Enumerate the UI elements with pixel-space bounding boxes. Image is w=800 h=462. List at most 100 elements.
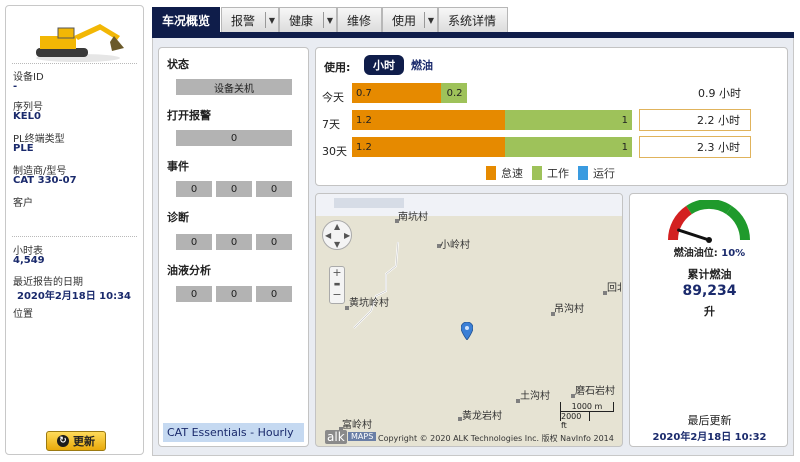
chevron-down-icon[interactable]: ▼ — [323, 12, 336, 28]
tab-overview[interactable]: 车况概览 — [152, 7, 220, 32]
map-pan-control[interactable]: ▲ ▼ ◀ ▶ — [322, 220, 352, 250]
subscription-plan: CAT Essentials - Hourly — [163, 423, 304, 442]
cumulative-fuel-label: 累计燃油 — [687, 268, 732, 281]
last-update-label: 最后更新 — [687, 414, 732, 427]
device-id-label: 设备ID — [13, 72, 44, 83]
usage-panel: 使用: 小时 燃油 今天 0.7 0.2 0.9 小时 7天 1.2 1 2.2… — [315, 47, 788, 186]
usage-bar: 0.7 0.2 — [352, 83, 632, 103]
map-header-strip — [316, 194, 622, 216]
fuel-gauge-needle — [677, 228, 711, 242]
map-copyright: Copyright © 2020 ALK Technologies Inc. 版… — [378, 434, 614, 443]
village-label: 黄坑岭村 — [349, 298, 389, 309]
last-report-value: 2020年2月18日 10:34 — [17, 291, 132, 302]
village-label: 黄龙岩村 — [462, 411, 502, 422]
machine-sidebar: 设备ID - 序列号 KEL0 PL终端类型 PLE 制造商/型号 CAT 33… — [5, 5, 144, 455]
fuel-gauge-icon — [667, 200, 751, 243]
events-count[interactable]: 0 — [176, 181, 212, 197]
last-report-label: 最近报告的日期 — [13, 277, 83, 288]
village-label: 吊沟村 — [554, 304, 584, 315]
oil-analysis-count[interactable]: 0 — [216, 286, 252, 302]
maps-tag: MAPS — [348, 432, 377, 441]
village-label: 南坑村 — [398, 212, 428, 223]
zoom-out-icon[interactable]: − — [330, 289, 344, 301]
divider — [12, 63, 137, 64]
map-scale: 1000 m 2000 ft — [560, 402, 614, 430]
chevron-down-icon[interactable]: ▼ — [265, 12, 278, 28]
tab-alarms[interactable]: 报警 ▼ — [221, 7, 279, 32]
usage-row-label: 7天 — [322, 118, 340, 131]
fuel-panel: 燃油油位: 10% 累计燃油 89,234 升 最后更新 2020年2月18日 … — [629, 193, 788, 447]
redacted-address — [334, 198, 404, 208]
refresh-label: 更新 — [73, 435, 95, 448]
refresh-button[interactable]: ↻ 更新 — [46, 431, 106, 451]
village-label: 土沟村 — [520, 391, 550, 402]
village-label: 磨石岩村 — [575, 386, 615, 397]
idle-segment: 1.2 — [352, 137, 505, 157]
usage-label: 使用: — [324, 61, 351, 74]
legend-item-idle: 怠速 — [486, 165, 523, 181]
divider — [12, 236, 137, 237]
status-title: 状态 — [167, 58, 189, 71]
map-zoom-control[interactable]: + ▬ − — [329, 266, 345, 304]
events-count[interactable]: 0 — [256, 181, 292, 197]
hour-meter-value: 4,549 — [13, 255, 45, 266]
tab-maintenance[interactable]: 维修 — [337, 7, 382, 32]
serial-value: KEL0 — [13, 111, 41, 122]
diagnostics-count[interactable]: 0 — [216, 234, 252, 250]
village-label: 富岭村 — [342, 420, 372, 431]
customer-label: 客户 — [13, 198, 33, 209]
usage-total: 2.3 小时 — [639, 136, 751, 158]
usage-bar: 1.2 1 — [352, 110, 632, 130]
oil-analysis-title: 油液分析 — [167, 264, 211, 277]
device-id-value: - — [13, 81, 18, 92]
usage-row-label: 今天 — [322, 91, 344, 104]
refresh-icon: ↻ — [57, 435, 69, 447]
cumulative-fuel-value: 89,234 — [682, 283, 737, 299]
legend-swatch — [486, 166, 496, 180]
oil-analysis-count[interactable]: 0 — [176, 286, 212, 302]
work-segment: 0.2 — [441, 83, 467, 103]
alk-logo: alk — [325, 430, 347, 444]
pl-type-value: PLE — [13, 143, 34, 154]
open-alarm-title: 打开报警 — [167, 109, 211, 122]
legend-item-running: 运行 — [578, 165, 615, 181]
location-pin-icon[interactable] — [461, 322, 473, 340]
fuel-unit: 升 — [704, 305, 715, 318]
fuel-level-readout: 燃油油位: 10% — [673, 248, 746, 259]
location-label: 位置 — [13, 309, 33, 320]
legend-item-work: 工作 — [532, 165, 569, 181]
chevron-down-icon[interactable]: ▼ — [424, 12, 437, 28]
idle-segment: 1.2 — [352, 110, 505, 130]
idle-segment: 0.7 — [352, 83, 442, 103]
location-map[interactable]: 南坑村 小岭村 黄坑岭村 吊沟村 回北 土沟村 磨石岩村 黄龙岩村 富岭村 ▲ … — [315, 193, 623, 447]
make-model-value: CAT 330-07 — [13, 175, 77, 186]
diagnostics-count[interactable]: 0 — [256, 234, 292, 250]
tab-bar: 车况概览 报警 ▼ 健康 ▼ 维修 使用 ▼ 系统详情 — [152, 5, 794, 38]
usage-total: 0.9 小时 — [698, 87, 741, 100]
village-label: 小岭村 — [440, 240, 470, 251]
tab-health[interactable]: 健康 ▼ — [279, 7, 337, 32]
work-segment: 1 — [504, 110, 632, 130]
events-count[interactable]: 0 — [216, 181, 252, 197]
events-title: 事件 — [167, 160, 189, 173]
legend-swatch — [532, 166, 542, 180]
status-panel: 状态 设备关机 打开报警 0 事件 0 0 0 诊断 0 0 0 油液分析 0 … — [158, 47, 309, 447]
status-value: 设备关机 — [176, 79, 292, 95]
tab-usage[interactable]: 使用 ▼ — [382, 7, 438, 32]
usage-bar: 1.2 1 — [352, 137, 632, 157]
village-label: 回北 — [607, 283, 622, 294]
toggle-hours[interactable]: 小时 — [364, 55, 404, 75]
toggle-fuel[interactable]: 燃油 — [407, 55, 437, 75]
zoom-in-icon[interactable]: + — [330, 267, 344, 279]
tab-system-details[interactable]: 系统详情 — [438, 7, 508, 32]
usage-row-label: 30天 — [322, 145, 347, 158]
diagnostics-title: 诊断 — [167, 211, 189, 224]
legend-swatch — [578, 166, 588, 180]
excavator-icon — [36, 24, 124, 62]
work-segment: 1 — [504, 137, 632, 157]
open-alarm-count[interactable]: 0 — [176, 130, 292, 146]
oil-analysis-count[interactable]: 0 — [256, 286, 292, 302]
usage-total: 2.2 小时 — [639, 109, 751, 131]
last-update-value: 2020年2月18日 10:32 — [652, 432, 767, 443]
diagnostics-count[interactable]: 0 — [176, 234, 212, 250]
